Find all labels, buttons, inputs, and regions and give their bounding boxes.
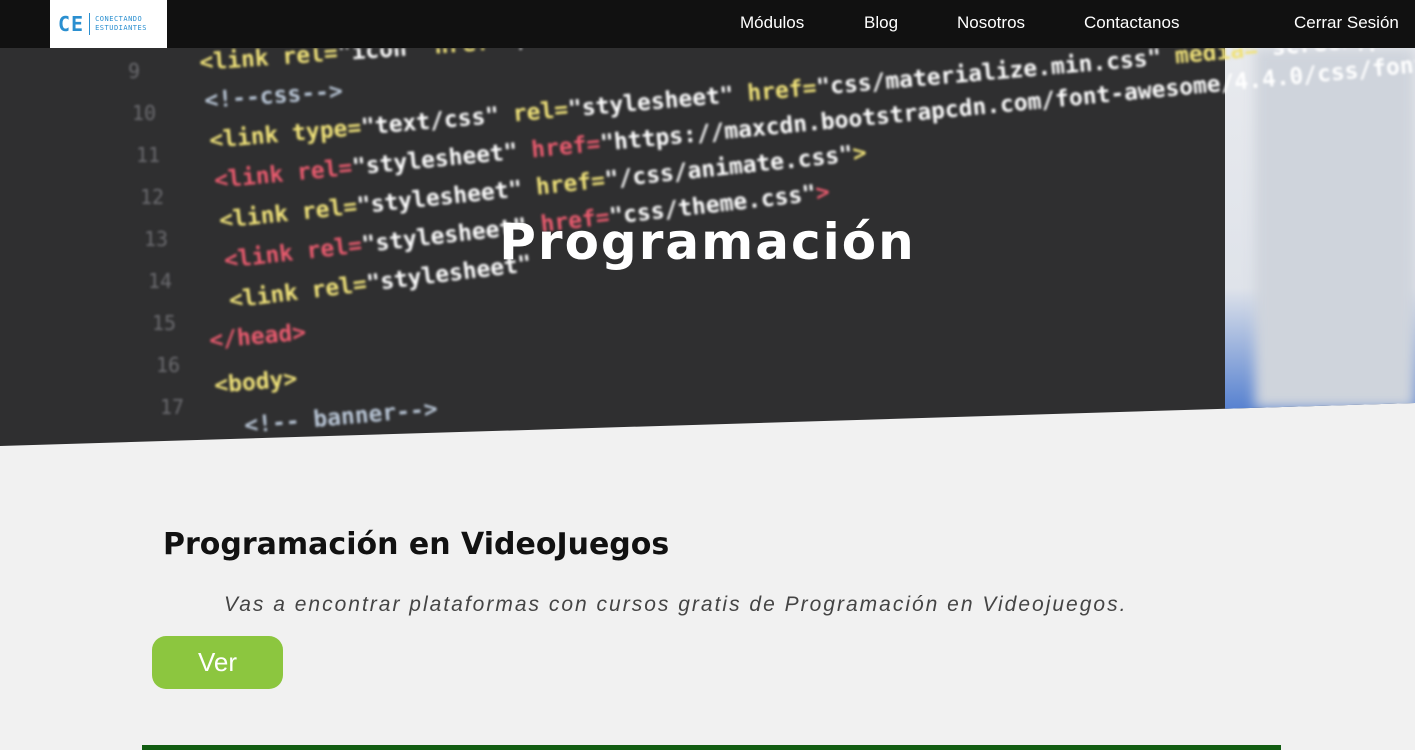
- next-section-bar: [142, 745, 1281, 750]
- nav-link-nosotros[interactable]: Nosotros: [957, 13, 1025, 33]
- logo-text: CONECTANDO ESTUDIANTES: [95, 15, 147, 33]
- code-line-number: 12: [140, 185, 164, 209]
- logo-divider: [89, 13, 91, 35]
- code-line-number: 11: [136, 143, 160, 167]
- course-description: Vas a encontrar plataformas con cursos g…: [224, 593, 1128, 616]
- logout-link[interactable]: Cerrar Sesión: [1294, 13, 1399, 33]
- hero-banner: 91011121314151617 <link rel="icon" href=…: [0, 48, 1415, 446]
- site-logo[interactable]: CE CONECTANDO ESTUDIANTES: [50, 0, 167, 48]
- course-title: Programación en VideoJuegos: [163, 527, 670, 562]
- code-line: <body>: [213, 366, 298, 399]
- logo-mark: CE: [58, 12, 85, 36]
- code-line: </head>: [208, 320, 307, 354]
- nav-link-blog[interactable]: Blog: [864, 13, 898, 33]
- logo-line-1: CONECTANDO: [95, 15, 143, 23]
- logo-line-2: ESTUDIANTES: [95, 24, 147, 32]
- code-line: <link type="text/css" rel="stylesheet" h…: [208, 48, 1415, 154]
- top-navbar: CE CONECTANDO ESTUDIANTES Módulos Blog N…: [0, 0, 1415, 48]
- code-line-number: 9: [128, 59, 140, 83]
- code-line-number: 17: [160, 395, 184, 419]
- code-line-number: 10: [132, 101, 156, 125]
- code-line-number: 16: [156, 353, 180, 377]
- nav-link-modulos[interactable]: Módulos: [740, 13, 804, 33]
- ver-button[interactable]: Ver: [152, 636, 283, 689]
- code-line: <link rel="icon" href="/favicon">: [199, 48, 657, 76]
- code-line-number: 15: [152, 311, 176, 335]
- hero-title: Programación: [499, 213, 916, 271]
- code-line-number: 14: [148, 269, 172, 293]
- code-line: <!-- banner-->: [243, 396, 438, 439]
- nav-link-contactanos[interactable]: Contactanos: [1084, 13, 1179, 33]
- code-line: <!--css-->: [204, 78, 344, 114]
